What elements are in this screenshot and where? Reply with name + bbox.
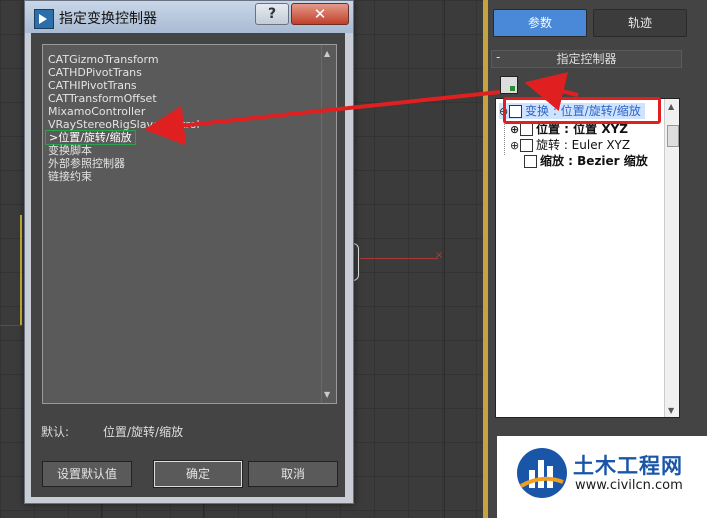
watermark-url: www.civilcn.com — [575, 478, 683, 493]
building-logo-icon — [517, 448, 567, 498]
rotation-controller-icon — [520, 139, 533, 152]
scroll-down-icon[interactable]: ▼ — [668, 406, 674, 415]
assign-controller-button[interactable] — [500, 76, 518, 94]
expand-icon[interactable]: ⊕ — [510, 138, 520, 154]
scale-controller-icon — [524, 155, 537, 168]
ok-button[interactable]: 确定 — [153, 460, 243, 488]
annotation-highlight-box — [503, 97, 661, 124]
list-item[interactable]: >位置/旋转/缩放 — [45, 130, 136, 145]
controller-list[interactable]: CATGizmoTransform CATHDPivotTrans CATHIPiv… — [42, 44, 337, 404]
collapse-icon[interactable]: - — [496, 49, 500, 65]
scroll-down-icon[interactable]: ▼ — [324, 390, 330, 399]
list-item[interactable]: 变换脚本 — [48, 144, 92, 157]
default-label: 默认: — [41, 425, 70, 439]
app-icon — [34, 9, 54, 29]
viewport-axis-marker: × — [435, 250, 444, 261]
tree-item-scale[interactable]: 缩放 : Bezier 缩放 — [524, 153, 648, 169]
controller-tree[interactable]: ⊖ 变换 : 位置/旋转/缩放 ⊕ 位置 : 位置 XYZ ⊕ 旋转 : Euler … — [495, 98, 680, 418]
list-item[interactable]: CATHIPivotTrans — [48, 79, 137, 92]
rollout-title: 指定控制器 — [556, 52, 617, 66]
set-default-button[interactable]: 设置默认值 — [42, 461, 132, 487]
rollout-assign-controller[interactable]: - 指定控制器 — [491, 50, 682, 68]
viewport-axis-line — [360, 258, 438, 259]
tree-connector — [504, 119, 506, 155]
assign-transform-controller-dialog: 指定变换控制器 ? ✕ CATGizmoTransform CATHDPivotT… — [24, 0, 354, 504]
list-item[interactable]: CATHDPivotTrans — [48, 66, 142, 79]
position-controller-icon — [520, 123, 533, 136]
list-item[interactable]: CATGizmoTransform — [48, 53, 159, 66]
help-button[interactable]: ? — [255, 3, 289, 25]
list-item[interactable]: CATTransformOffset — [48, 92, 157, 105]
tree-item-label: 位置 : 位置 XYZ — [536, 122, 628, 136]
tree-item-label: 缩放 : Bezier 缩放 — [540, 154, 648, 168]
default-value: 位置/旋转/缩放 — [103, 425, 184, 439]
cancel-button[interactable]: 取消 — [248, 461, 338, 487]
dialog-titlebar[interactable]: 指定变换控制器 ? ✕ — [25, 1, 353, 33]
grid-line — [444, 0, 445, 518]
dialog-title: 指定变换控制器 — [59, 11, 157, 27]
tree-scrollbar[interactable]: ▲ ▼ — [664, 99, 679, 417]
list-item[interactable]: MixamoController — [48, 105, 145, 118]
tree-item-rotation[interactable]: ⊕ 旋转 : Euler XYZ — [510, 137, 630, 153]
dialog-body: CATGizmoTransform CATHDPivotTrans CATHIPiv… — [31, 33, 345, 497]
tree-item-label: 旋转 : Euler XYZ — [536, 138, 631, 152]
list-item[interactable]: VRayStereoRigSlaveControl — [48, 118, 200, 131]
expand-icon[interactable]: ⊕ — [510, 122, 520, 138]
viewport-object-edge — [0, 325, 22, 326]
scroll-up-icon[interactable]: ▲ — [668, 102, 674, 111]
scroll-up-icon[interactable]: ▲ — [324, 49, 330, 58]
tab-trajectories[interactable]: 轨迹 — [593, 9, 687, 37]
scroll-thumb[interactable] — [667, 125, 679, 147]
list-scrollbar[interactable]: ▲ ▼ — [321, 45, 336, 403]
watermark: 土木工程网 www.civilcn.com — [497, 436, 707, 518]
watermark-title: 土木工程网 — [573, 454, 683, 478]
list-item[interactable]: 链接约束 — [48, 170, 92, 183]
list-item[interactable]: 外部参照控制器 — [48, 157, 125, 170]
close-button[interactable]: ✕ — [291, 3, 349, 25]
viewport-object-edge — [20, 215, 22, 325]
tab-parameters[interactable]: 参数 — [493, 9, 587, 37]
